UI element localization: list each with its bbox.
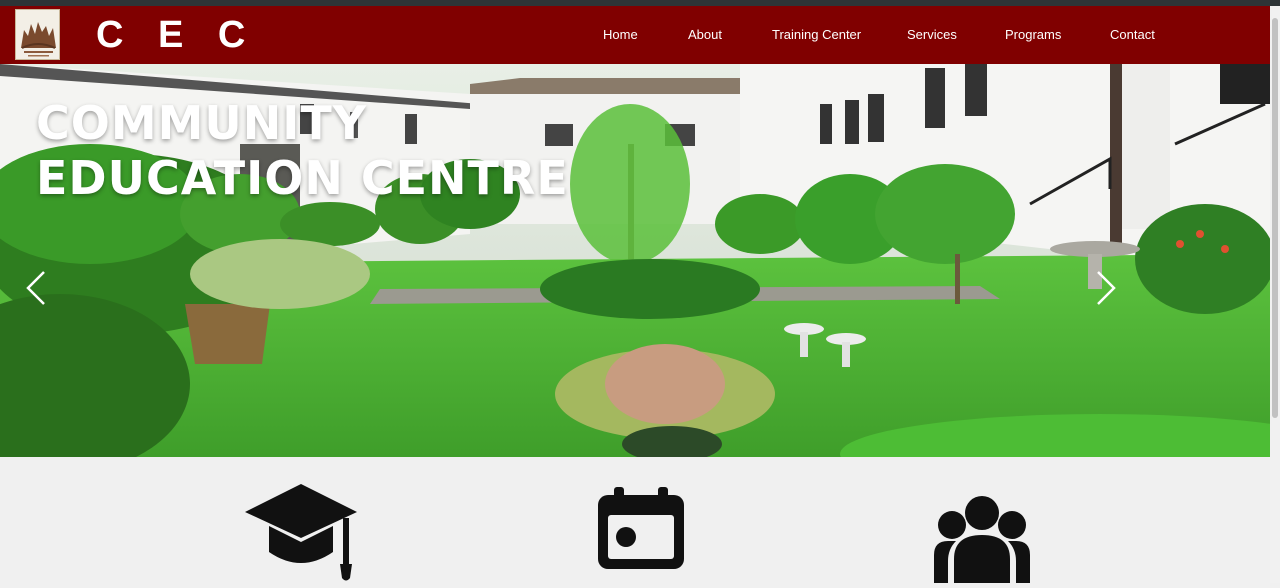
nav-about[interactable]: About [688,27,722,42]
nav-programs[interactable]: Programs [1005,27,1061,42]
calendar-icon [598,487,684,574]
nav-training-center[interactable]: Training Center [772,27,861,42]
cec-logo-icon[interactable] [15,9,60,60]
chevron-left-icon[interactable] [24,270,48,306]
hero-title-line1: COMMUNITY [36,96,368,150]
page-scrollbar[interactable] [1270,6,1280,583]
users-icon [934,495,1030,588]
brand-name[interactable]: C E C [96,15,257,55]
scrollbar-thumb[interactable] [1272,18,1278,418]
navbar: C E C Home About Training Center Service… [0,6,1270,64]
hero-title: COMMUNITY EDUCATION CENTRE [36,96,569,206]
nav-home[interactable]: Home [603,27,638,42]
graduation-cap-icon [243,482,359,588]
nav-contact[interactable]: Contact [1110,27,1155,42]
nav-services[interactable]: Services [907,27,957,42]
hero-carousel: COMMUNITY EDUCATION CENTRE [0,64,1270,457]
chevron-right-icon[interactable] [1094,270,1118,306]
hero-title-line2: EDUCATION CENTRE [36,151,569,205]
features-section [0,457,1270,583]
